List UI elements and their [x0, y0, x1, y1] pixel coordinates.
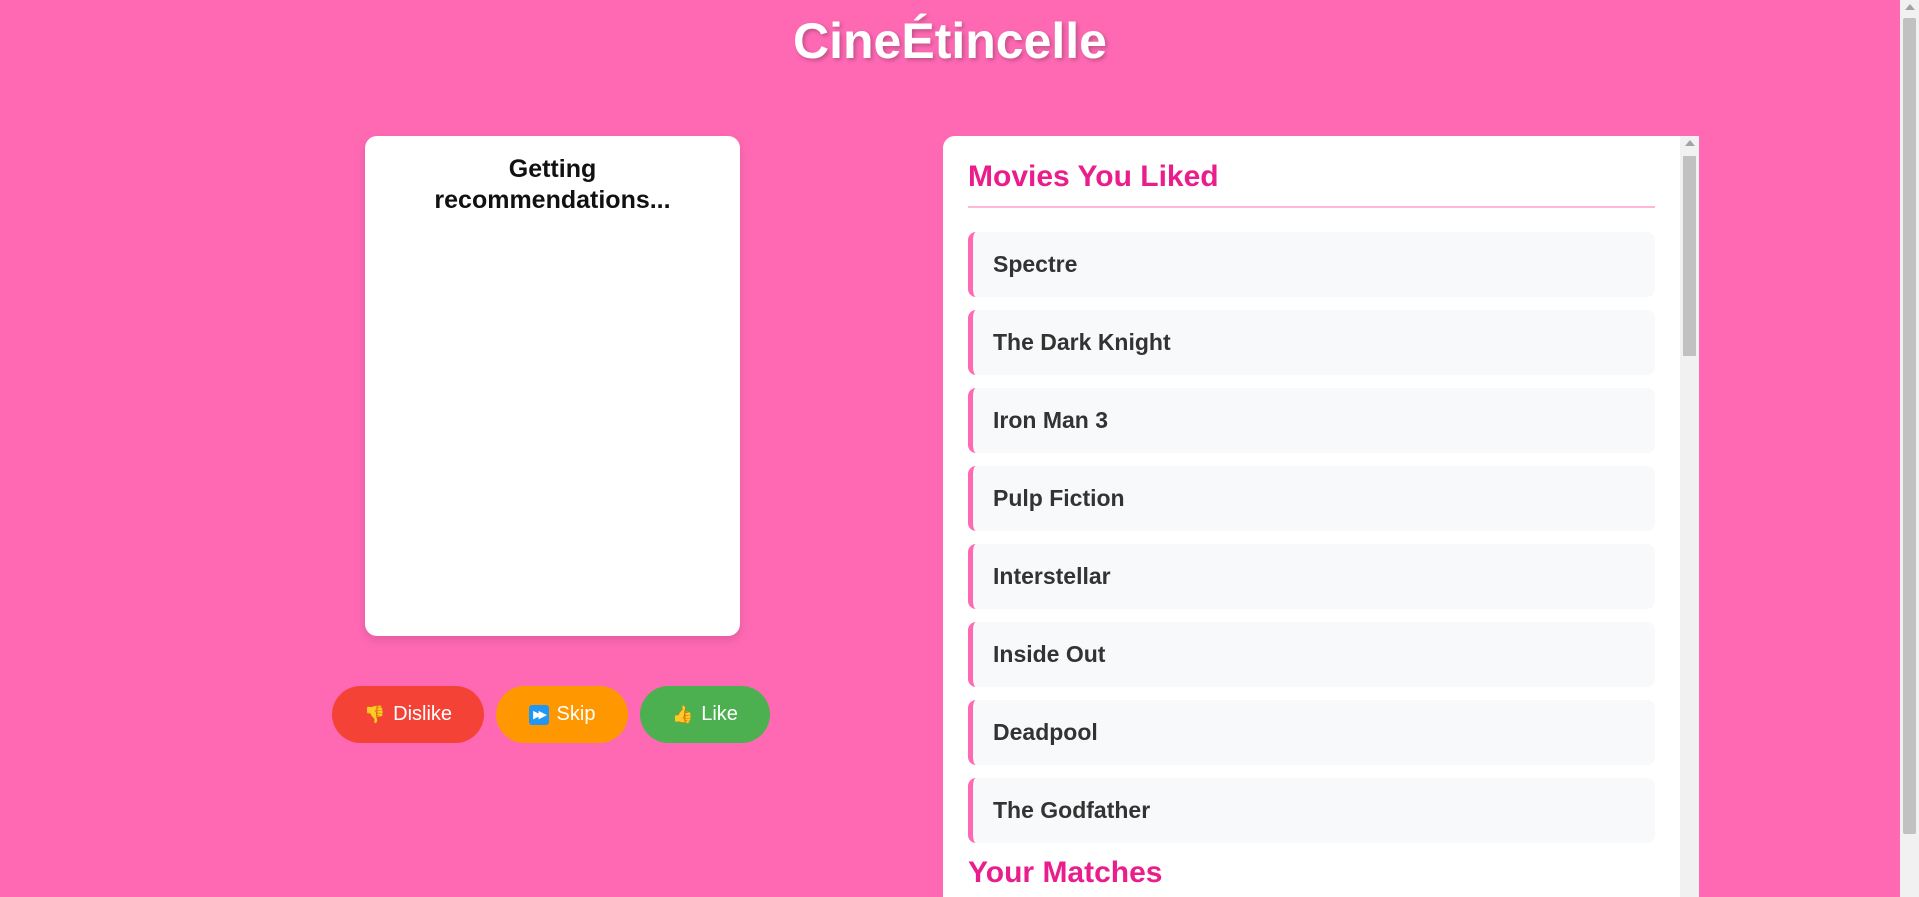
- page-scroll-up-icon[interactable]: [1905, 4, 1915, 10]
- like-button[interactable]: 👍 Like: [640, 686, 770, 743]
- thumbs-down-icon: 👎: [363, 705, 386, 724]
- liked-section-title: Movies You Liked: [968, 136, 1655, 208]
- liked-item: Pulp Fiction: [968, 466, 1655, 531]
- app-title: CineÉtincelle: [793, 13, 1107, 69]
- movie-card: Getting recommendations...: [365, 136, 740, 636]
- panel-scroll-thumb[interactable]: [1683, 156, 1696, 356]
- liked-item: Interstellar: [968, 544, 1655, 609]
- liked-item: Deadpool: [968, 700, 1655, 765]
- matches-section-title: Your Matches: [968, 856, 1163, 889]
- dislike-label: Dislike: [393, 703, 453, 725]
- scroll-up-icon[interactable]: [1685, 140, 1695, 146]
- liked-item: Iron Man 3: [968, 388, 1655, 453]
- dislike-button[interactable]: 👎 Dislike: [332, 686, 484, 743]
- page-scrollbar[interactable]: [1900, 0, 1919, 897]
- page-scroll-thumb[interactable]: [1903, 18, 1916, 834]
- thumbs-up-icon: 👍: [672, 705, 694, 724]
- like-label: Like: [701, 703, 738, 725]
- liked-item: The Godfather: [968, 778, 1655, 843]
- loading-message: Getting recommendations...: [434, 155, 671, 214]
- skip-button[interactable]: ▶▶ Skip: [496, 686, 628, 743]
- liked-item: Inside Out: [968, 622, 1655, 687]
- liked-item: The Dark Knight: [968, 310, 1655, 375]
- liked-panel-content: Movies You Liked Spectre The Dark Knight…: [943, 136, 1680, 897]
- skip-icon: ▶▶: [528, 704, 549, 725]
- skip-label: Skip: [556, 703, 596, 725]
- action-buttons: 👎 Dislike ▶▶ Skip 👍 Like: [332, 686, 770, 743]
- liked-panel[interactable]: Movies You Liked Spectre The Dark Knight…: [943, 136, 1699, 897]
- liked-list: Spectre The Dark Knight Iron Man 3 Pulp …: [968, 232, 1655, 843]
- panel-scrollbar[interactable]: [1680, 136, 1699, 897]
- liked-item: Spectre: [968, 232, 1655, 297]
